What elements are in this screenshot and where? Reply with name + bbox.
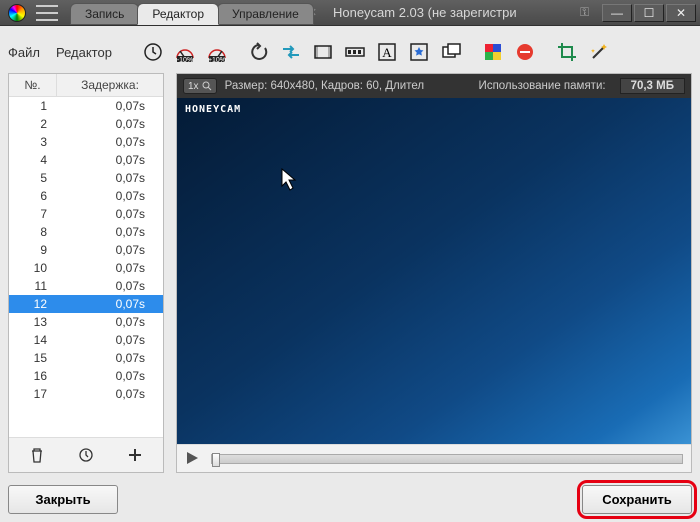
frame-row[interactable]: 120,07s: [9, 295, 163, 313]
toolbar: Файл Редактор -10% +10% A: [8, 31, 692, 73]
svg-text:-10%: -10%: [177, 57, 193, 62]
memory-value: 70,3 МБ: [620, 78, 685, 94]
save-button[interactable]: Сохранить: [582, 485, 692, 514]
rotate-icon[interactable]: [246, 39, 272, 65]
menu-file[interactable]: Файл: [8, 45, 40, 60]
seek-thumb[interactable]: [212, 453, 220, 467]
tab-editor[interactable]: Редактор: [137, 3, 219, 25]
minimize-button[interactable]: —: [602, 4, 632, 22]
transitions-icon[interactable]: [278, 39, 304, 65]
crop-icon[interactable]: [554, 39, 580, 65]
frame-row[interactable]: 40,07s: [9, 151, 163, 169]
frame-row[interactable]: 90,07s: [9, 241, 163, 259]
frame-row[interactable]: 140,07s: [9, 331, 163, 349]
work-area: №. Задержка: 10,07s20,07s30,07s40,07s50,…: [8, 73, 692, 473]
key-icon[interactable]: ⚿: [580, 5, 596, 20]
window-title: Honeycam 2.03 (не зарегистри: [333, 5, 580, 20]
frame-row[interactable]: 80,07s: [9, 223, 163, 241]
menu-icon[interactable]: [36, 5, 58, 21]
main-tabs: Запись Редактор Управление ✕: [70, 0, 325, 25]
menubar: Файл Редактор: [8, 45, 112, 60]
memory-label: Использование памяти:: [479, 80, 606, 92]
text-icon[interactable]: A: [374, 39, 400, 65]
frame-row[interactable]: 160,07s: [9, 367, 163, 385]
frame-row[interactable]: 130,07s: [9, 313, 163, 331]
track-icon[interactable]: [342, 39, 368, 65]
titlebar: Запись Редактор Управление ✕ Honeycam 2.…: [0, 0, 700, 26]
close-window-button[interactable]: ✕: [666, 4, 696, 22]
frame-row[interactable]: 110,07s: [9, 277, 163, 295]
playback-controls: [177, 444, 691, 472]
menu-editor[interactable]: Редактор: [56, 45, 112, 60]
speed-down-icon[interactable]: -10%: [172, 39, 198, 65]
frame-row[interactable]: 10,07s: [9, 97, 163, 115]
svg-text:A: A: [382, 45, 392, 60]
magic-wand-icon[interactable]: [586, 39, 612, 65]
windows-icon[interactable]: [438, 39, 464, 65]
close-button[interactable]: Закрыть: [8, 485, 118, 514]
frame-row[interactable]: 150,07s: [9, 349, 163, 367]
frame-row[interactable]: 170,07s: [9, 385, 163, 403]
col-number: №.: [9, 74, 57, 96]
maximize-button[interactable]: ☐: [634, 4, 664, 22]
frame-row[interactable]: 50,07s: [9, 169, 163, 187]
frame-list[interactable]: 10,07s20,07s30,07s40,07s50,07s60,07s70,0…: [9, 97, 163, 437]
speed-up-icon[interactable]: +10%: [204, 39, 230, 65]
window-controls: — ☐ ✕: [600, 4, 696, 22]
frame-row[interactable]: 100,07s: [9, 259, 163, 277]
seek-bar[interactable]: [211, 454, 683, 464]
star-overlay-icon[interactable]: [406, 39, 432, 65]
tab-manage[interactable]: Управление: [217, 3, 314, 25]
frame-row[interactable]: 30,07s: [9, 133, 163, 151]
cursor-icon: [281, 168, 299, 192]
frame-tools: [9, 437, 163, 472]
preview-canvas[interactable]: HONEYCAM: [177, 98, 691, 444]
frame-row[interactable]: 70,07s: [9, 205, 163, 223]
content: Файл Редактор -10% +10% A №. Задержка:: [0, 26, 700, 522]
watermark: HONEYCAM: [185, 104, 241, 115]
block-icon[interactable]: [512, 39, 538, 65]
trash-icon[interactable]: [25, 443, 49, 467]
frame-list-panel: №. Задержка: 10,07s20,07s30,07s40,07s50,…: [8, 73, 164, 473]
preview-panel: 1x Размер: 640x480, Кадров: 60, Длител И…: [176, 73, 692, 473]
clock-tool-icon[interactable]: [140, 39, 166, 65]
delay-icon[interactable]: [74, 443, 98, 467]
zoom-button[interactable]: 1x: [183, 78, 217, 94]
color-swatch-icon[interactable]: [480, 39, 506, 65]
tool-group: -10% +10% A: [140, 39, 612, 65]
frame-info: Размер: 640x480, Кадров: 60, Длител: [225, 80, 425, 92]
add-frame-icon[interactable]: [123, 443, 147, 467]
play-button[interactable]: [185, 451, 201, 467]
col-delay: Задержка:: [57, 74, 163, 96]
frame-row[interactable]: 60,07s: [9, 187, 163, 205]
app-logo-icon: [8, 4, 26, 22]
frame-list-header: №. Задержка:: [9, 74, 163, 97]
tab-record[interactable]: Запись: [70, 3, 139, 25]
frame-row[interactable]: 20,07s: [9, 115, 163, 133]
info-bar: 1x Размер: 640x480, Кадров: 60, Длител И…: [177, 74, 691, 98]
bottom-bar: Закрыть Сохранить: [8, 485, 692, 514]
film-icon[interactable]: [310, 39, 336, 65]
svg-text:+10%: +10%: [208, 57, 226, 62]
